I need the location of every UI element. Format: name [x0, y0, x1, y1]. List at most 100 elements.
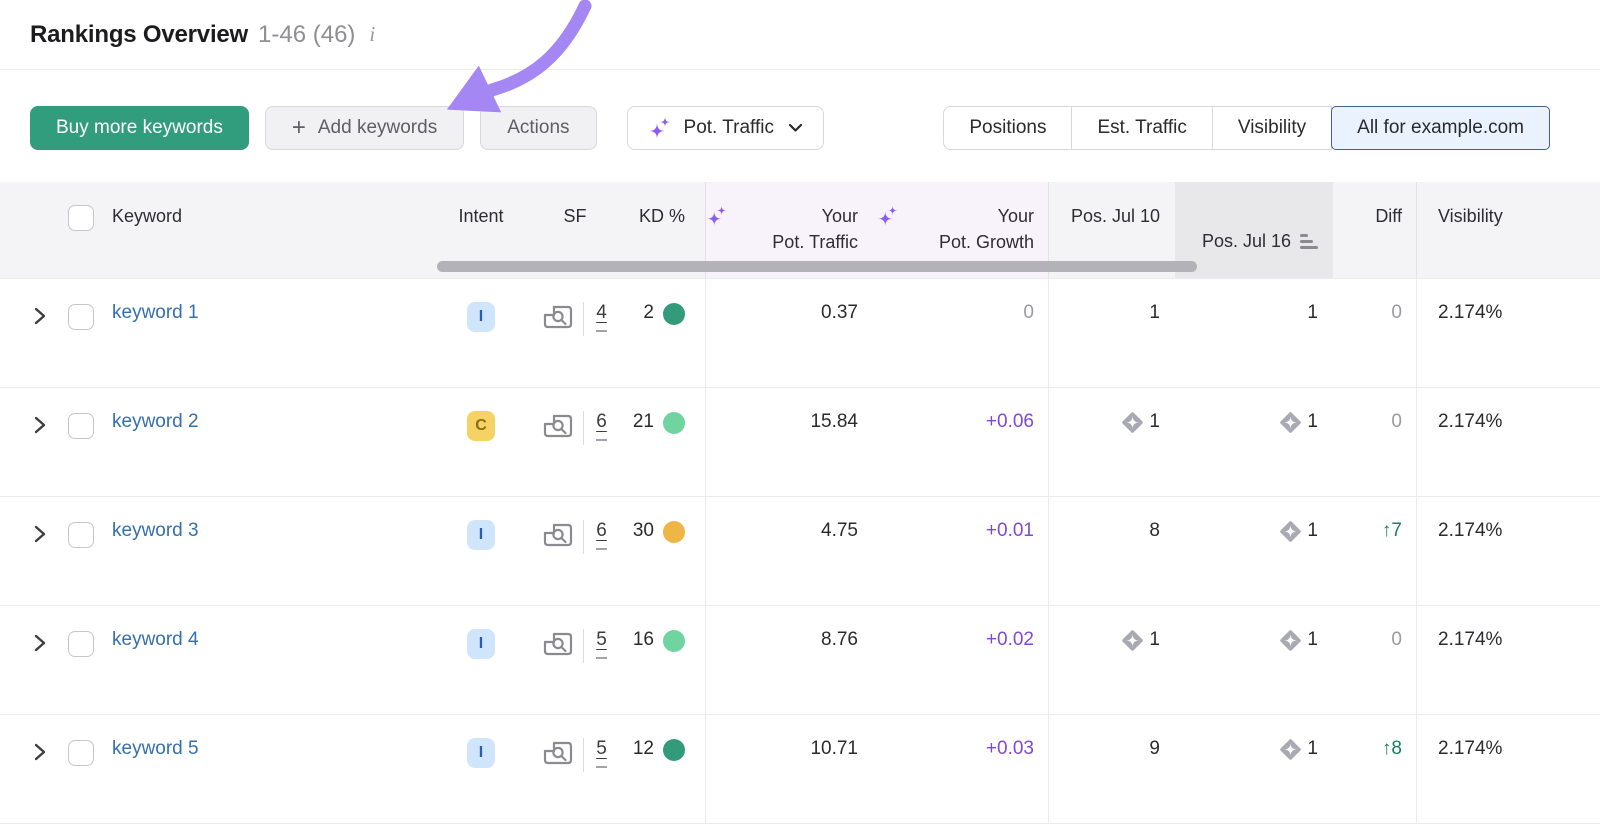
tab-est-traffic[interactable]: Est. Traffic	[1072, 106, 1212, 150]
tab-positions[interactable]: Positions	[943, 106, 1072, 150]
view-tabs: Positions Est. Traffic Visibility All fo…	[943, 106, 1550, 150]
visibility-value: 2.174%	[1438, 738, 1502, 759]
row-checkbox[interactable]	[68, 631, 94, 657]
tab-all-for-domain[interactable]: All for example.com	[1331, 106, 1550, 150]
metric-dropdown[interactable]: Pot. Traffic	[627, 106, 824, 150]
row-checkbox[interactable]	[68, 304, 94, 330]
col-visibility[interactable]: Visibility	[1416, 182, 1600, 278]
col-diff[interactable]: Diff	[1333, 182, 1416, 278]
actions-button[interactable]: Actions	[480, 106, 596, 150]
sf-separator	[583, 411, 584, 445]
intent-badge[interactable]: I	[467, 520, 495, 550]
serp-feature-position-icon	[1279, 520, 1302, 605]
sf-separator	[583, 302, 584, 336]
pos-jul10-value: 9	[1149, 738, 1160, 823]
row-expander-icon[interactable]	[34, 634, 46, 652]
kd-value: 2	[643, 302, 654, 387]
serp-feature-position-icon	[1279, 629, 1302, 714]
table-row: keyword 3 I 6 30 4.75 +0.01 8	[0, 496, 1600, 605]
pos-jul16-value: 1	[1307, 738, 1318, 823]
kd-value: 21	[633, 411, 654, 496]
metric-dropdown-label: Pot. Traffic	[684, 107, 774, 149]
table-row: keyword 2 C 6 21 15.84 +0.06 1	[0, 387, 1600, 496]
intent-badge[interactable]: I	[467, 302, 495, 332]
col-keyword[interactable]: Keyword	[112, 182, 442, 278]
keyword-link[interactable]: keyword 2	[112, 411, 199, 432]
page-header-bar: Rankings Overview 1-46 (46) i	[0, 0, 1600, 70]
add-keywords-button[interactable]: + Add keywords	[265, 106, 464, 150]
row-checkbox[interactable]	[68, 413, 94, 439]
kd-difficulty-dot	[663, 630, 685, 652]
kd-value: 16	[633, 629, 654, 714]
intent-badge[interactable]: C	[467, 411, 495, 441]
serp-features-icon[interactable]	[543, 740, 573, 766]
diff-value: 0	[1391, 411, 1402, 496]
horizontal-scrollbar[interactable]	[437, 261, 1197, 272]
keyword-link[interactable]: keyword 3	[112, 520, 199, 541]
diff-value: ↑7	[1382, 520, 1402, 605]
row-checkbox[interactable]	[68, 522, 94, 548]
info-icon[interactable]: i	[369, 22, 375, 47]
pos-jul10-value: 1	[1149, 302, 1160, 387]
table-header: Keyword Intent SF KD % YourPot. Traffic …	[0, 182, 1600, 278]
pos-jul10-value: 8	[1149, 520, 1160, 605]
kd-difficulty-dot	[663, 412, 685, 434]
table-row: keyword 5 I 5 12 10.71 +0.03 9	[0, 714, 1600, 823]
serp-features-icon[interactable]	[543, 522, 573, 548]
tab-visibility[interactable]: Visibility	[1213, 106, 1332, 150]
page-title: Rankings Overview	[30, 21, 248, 49]
pos-jul10-value: 1	[1149, 411, 1160, 496]
pos-jul10-value: 1	[1149, 629, 1160, 714]
row-expander-icon[interactable]	[34, 416, 46, 434]
intent-badge[interactable]: I	[467, 629, 495, 659]
toolbar: Buy more keywords +Add keywords Actions …	[0, 70, 1600, 182]
rankings-overview-page: Rankings Overview 1-46 (46) i Buy more k…	[0, 0, 1600, 837]
buy-more-keywords-button[interactable]: Buy more keywords	[30, 106, 249, 150]
serp-features-icon[interactable]	[543, 304, 573, 330]
serp-feature-position-icon	[1121, 629, 1144, 714]
visibility-value: 2.174%	[1438, 411, 1502, 432]
serp-feature-position-icon	[1279, 411, 1302, 496]
intent-badge[interactable]: I	[467, 738, 495, 768]
row-expander-icon[interactable]	[34, 525, 46, 543]
pot-traffic-value: 4.75	[821, 520, 858, 605]
diff-value: 0	[1391, 629, 1402, 714]
serp-features-icon[interactable]	[543, 631, 573, 657]
plus-icon: +	[292, 108, 306, 148]
visibility-value: 2.174%	[1438, 629, 1502, 650]
kd-difficulty-dot	[663, 521, 685, 543]
sort-descending-icon	[1300, 234, 1318, 249]
serp-feature-position-icon	[1279, 738, 1302, 823]
sf-count[interactable]: 4	[596, 302, 607, 332]
visibility-value: 2.174%	[1438, 302, 1502, 323]
diff-value: 0	[1391, 302, 1402, 387]
sf-count[interactable]: 6	[596, 520, 607, 550]
pot-growth-value: +0.03	[986, 738, 1034, 823]
serp-features-icon[interactable]	[543, 413, 573, 439]
select-all-checkbox[interactable]	[68, 205, 94, 231]
keyword-link[interactable]: keyword 4	[112, 629, 199, 650]
keyword-link[interactable]: keyword 5	[112, 738, 199, 759]
pot-growth-value: +0.01	[986, 520, 1034, 605]
sf-count[interactable]: 6	[596, 411, 607, 441]
pot-growth-value: +0.06	[986, 411, 1034, 496]
diff-value: ↑8	[1382, 738, 1402, 823]
chevron-down-icon	[788, 107, 803, 149]
sf-count[interactable]: 5	[596, 738, 607, 768]
sf-separator	[583, 738, 584, 772]
pos-jul16-value: 1	[1307, 629, 1318, 714]
kd-difficulty-dot	[663, 739, 685, 761]
row-checkbox[interactable]	[68, 740, 94, 766]
add-keywords-label: Add keywords	[318, 107, 437, 149]
table-row: keyword 4 I 5 16 8.76 +0.02 1	[0, 605, 1600, 714]
sf-count[interactable]: 5	[596, 629, 607, 659]
kd-value: 30	[633, 520, 654, 605]
col-pos-jul16[interactable]: Pos. Jul 16	[1175, 182, 1333, 278]
pot-traffic-value: 8.76	[821, 629, 858, 714]
pot-traffic-value: 15.84	[810, 411, 858, 496]
kd-difficulty-dot	[663, 303, 685, 325]
row-expander-icon[interactable]	[34, 743, 46, 761]
pot-growth-value: 0	[1023, 302, 1034, 387]
row-expander-icon[interactable]	[34, 307, 46, 325]
keyword-link[interactable]: keyword 1	[112, 302, 199, 323]
